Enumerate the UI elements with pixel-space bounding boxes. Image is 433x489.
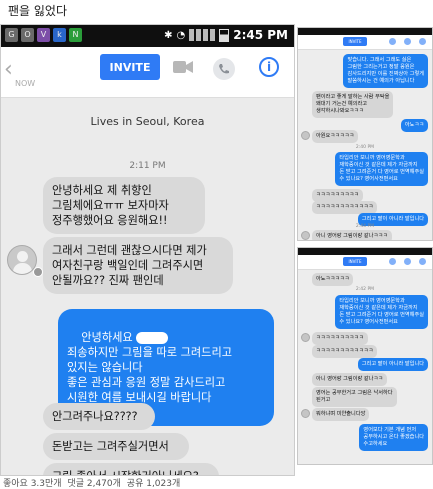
avatar[interactable] <box>301 333 310 342</box>
redacted-name <box>135 332 168 344</box>
active-status: NOW <box>15 79 36 88</box>
back-chevron-icon[interactable]: ‹ <box>4 57 13 82</box>
chat-header: INVITE <box>298 35 432 50</box>
message-bubble-sent: 맞습니다. 그래서 그래도 싫은 그림한 그리는거고 정말 응원은 감사드리지만… <box>343 54 428 88</box>
notification-icon: V <box>37 28 50 42</box>
status-bar: G O V k N ✱ ◔ 2:45 PM <box>1 25 294 47</box>
message-bubble-received: 그림 좋아서 시작한거아니세요? <box>43 463 219 475</box>
message-timestamp: 2:44 PM <box>355 224 375 229</box>
invite-button[interactable]: INVITE <box>343 37 367 46</box>
avatar[interactable] <box>301 131 310 140</box>
message-bubble-received: ㅋㅋㅋㅋㅋㅋㅋㅋㅋㅋㅋㅋ <box>312 345 378 358</box>
notification-icon: k <box>53 28 66 42</box>
notification-icon: N <box>69 28 82 42</box>
message-timestamp: 2:40 PM <box>355 145 375 150</box>
phone-icon[interactable] <box>404 38 411 45</box>
chat-screenshot-panel: INVITE 맞습니다. 그래서 그래도 싫은 그림한 그리는거고 정말 응원은… <box>297 27 433 241</box>
message-bubble-received: 아니 영어랑 그림이랑 같나ㅋㅋ <box>312 373 387 386</box>
invite-button[interactable]: INVITE <box>100 54 160 80</box>
phone-icon[interactable] <box>213 58 235 80</box>
chat-screenshot-panel: INVITE 아뇨ㅋㅋㅋㅋㅋ 2:42 PM 타입리안 보니까 영어영문학과 재… <box>297 247 433 465</box>
message-bubble-received: 아원요ㅋㅋㅋㅋㅋ <box>312 130 359 143</box>
video-camera-icon[interactable] <box>389 38 396 45</box>
message-bubble-received: 아뇨ㅋㅋㅋㅋㅋ <box>312 273 354 286</box>
wifi-icon: ◔ <box>176 29 186 41</box>
signal-icon <box>189 29 216 41</box>
phone-icon[interactable] <box>404 258 411 265</box>
message-bubble-received: 아니 영어랑 그림이랑 같나ㅋㅋㅋ <box>312 230 392 240</box>
battery-icon <box>219 28 230 42</box>
message-timestamp: 2:11 PM <box>129 161 166 171</box>
message-bubble-received: 그래서 그런데 괜찮으시다면 제가 여자친구랑 백일인데 그려주시면 안될까요?… <box>43 237 233 294</box>
message-bubble-received: 안녕하세요 제 취향인 그림체에요ㅠㅠ 보자마자 정주행했어요 응원해요!! <box>43 177 205 234</box>
bluetooth-icon: ✱ <box>164 29 173 41</box>
message-bubble-sent: 타입리안 보니까 영어영문학과 재학중이신 것 같은데 제가 자금까지 돈 받고… <box>335 295 428 329</box>
post-title: 팬을 잃었다 <box>8 4 68 18</box>
info-icon[interactable] <box>419 38 426 45</box>
main-chat-screenshot: G O V k N ✱ ◔ 2:45 PM ‹ NOW INVITE i Liv… <box>0 24 295 476</box>
message-bubble-received: ㅋㅋㅋㅋㅋㅋㅋㅋㅋㅋ <box>312 332 368 345</box>
chat-header: ‹ NOW INVITE i <box>1 47 294 98</box>
status-time: 2:45 PM <box>233 28 288 42</box>
message-bubble-received: 영어는 공부한거고 그림은 낙서하다 된거고 <box>312 387 397 407</box>
location-text: Lives in Seoul, Korea <box>90 115 205 128</box>
message-bubble-received: 돈받고는 그려주실거면서 <box>43 433 189 460</box>
info-icon[interactable]: i <box>259 57 279 77</box>
notification-icon: G <box>5 28 18 42</box>
notification-icon: O <box>21 28 34 42</box>
message-bubble-sent: 타입리안 보니까 영어영문학과 재학중이신 것 같은데 제가 자금까지 돈 받고… <box>335 152 428 186</box>
message-bubble-received: 안그려주나요???? <box>43 403 155 430</box>
video-camera-icon[interactable] <box>389 258 396 265</box>
comments-count[interactable]: 댓글 2,470개 <box>67 479 120 489</box>
message-bubble-received: 뭐하냐며 미얀출니다앙 <box>312 408 370 421</box>
invite-button[interactable]: INVITE <box>343 257 367 266</box>
notification-icons: G O V k N <box>5 28 82 42</box>
status-bar <box>298 28 432 35</box>
chat-header: INVITE <box>298 255 432 270</box>
avatar[interactable] <box>301 409 310 418</box>
messenger-badge-icon <box>33 267 43 277</box>
avatar[interactable] <box>301 231 310 240</box>
message-timestamp: 2:42 PM <box>355 287 375 292</box>
message-bubble-sent: 영어보다 기본 개념 먼저 공부하시고 온다 좋겠습니다 수고하세요 <box>359 424 428 451</box>
post-stats: 좋아요 3.3만개 댓글 2,470개 공유 1,023개 <box>3 476 183 489</box>
status-bar <box>298 248 432 255</box>
message-bubble-received: 팬이라고 좋게 말하는 사람 부탁을 왜대기 거는건 예의라고 생각하시나봐요ㅋ… <box>312 91 394 118</box>
shares-count[interactable]: 공유 1,023개 <box>127 479 180 489</box>
message-bubble-sent: 그리고 팔이 아니라 발입니다 <box>357 358 428 371</box>
reply-text: 죄송하지만 그림을 따로 그려드리고 있지는 않습니다 좋은 관심과 응원 정말… <box>67 346 233 404</box>
video-camera-icon[interactable] <box>173 60 193 74</box>
info-icon[interactable] <box>419 258 426 265</box>
likes-count[interactable]: 좋아요 3.3만개 <box>3 479 62 489</box>
message-bubble-sent: 아뇨ㅋㅋ <box>400 119 428 132</box>
greeting-text: 안녕하세요 <box>81 331 133 344</box>
